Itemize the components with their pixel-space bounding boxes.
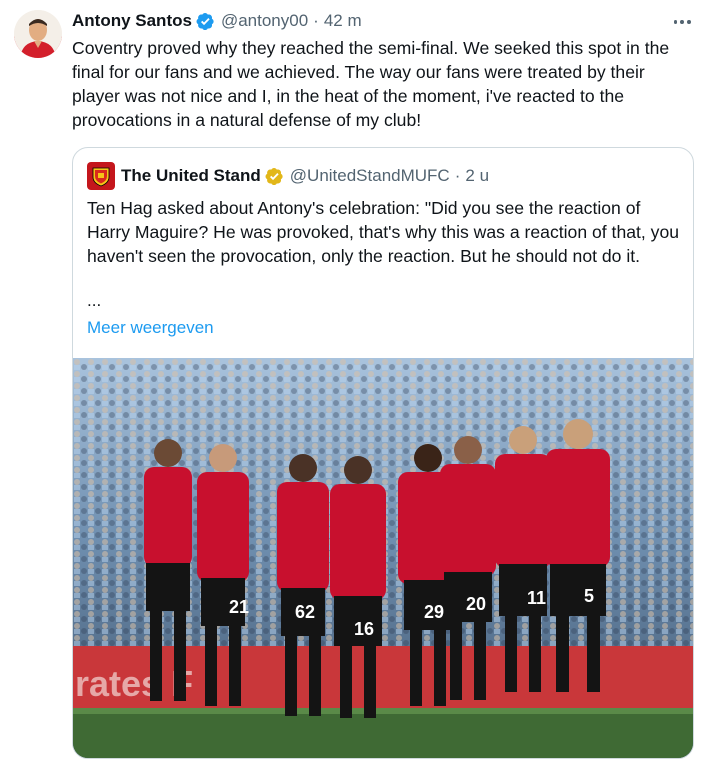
tweet-timestamp[interactable]: 42 m [324, 11, 362, 31]
more-options-icon[interactable] [672, 12, 692, 32]
shirt-number: 62 [295, 602, 315, 622]
shirt-number: 20 [466, 594, 486, 614]
author-avatar[interactable] [14, 10, 62, 58]
quoted-tweet[interactable]: The United Stand @UnitedStandMUFC · 2 u … [72, 147, 694, 759]
shirt-number: 21 [229, 597, 249, 617]
shirt-number: 29 [424, 602, 444, 622]
club-crest-icon [92, 167, 110, 187]
tweet[interactable]: Antony Santos @antony00 · 42 m Coventry … [0, 0, 717, 759]
quoted-author-display-name[interactable]: The United Stand [121, 166, 261, 186]
quoted-tweet-timestamp[interactable]: 2 u [465, 166, 489, 186]
quoted-tweet-text: Ten Hag asked about Antony's celebration… [87, 198, 680, 266]
quoted-tweet-ellipsis: ... [87, 291, 102, 310]
tweet-header: Antony Santos @antony00 · 42 m [72, 10, 362, 32]
quoted-tweet-photo[interactable]: rates F 21 62 16 29 20 11 5 [73, 358, 693, 758]
shirt-number: 11 [527, 588, 546, 608]
show-more-link[interactable]: Meer weergeven [87, 316, 214, 340]
author-display-name[interactable]: Antony Santos [72, 11, 192, 31]
author-avatar-image [14, 10, 62, 58]
team-photo: rates F 21 62 16 29 20 11 5 [73, 358, 693, 758]
shirt-number: 16 [354, 619, 374, 639]
quoted-separator-dot: · [454, 166, 461, 185]
tweet-text: Coventry proved why they reached the sem… [72, 38, 670, 130]
quoted-author-handle[interactable]: @UnitedStandMUFC [290, 166, 450, 186]
quoted-tweet-header: The United Stand @UnitedStandMUFC · 2 u [87, 162, 489, 190]
verified-badge-icon [196, 12, 215, 31]
shirt-number: 5 [584, 586, 594, 606]
quoted-author-avatar[interactable] [87, 162, 115, 190]
author-handle[interactable]: @antony00 [221, 11, 308, 31]
gold-verified-badge-icon [265, 167, 284, 186]
separator-dot: · [313, 11, 319, 30]
